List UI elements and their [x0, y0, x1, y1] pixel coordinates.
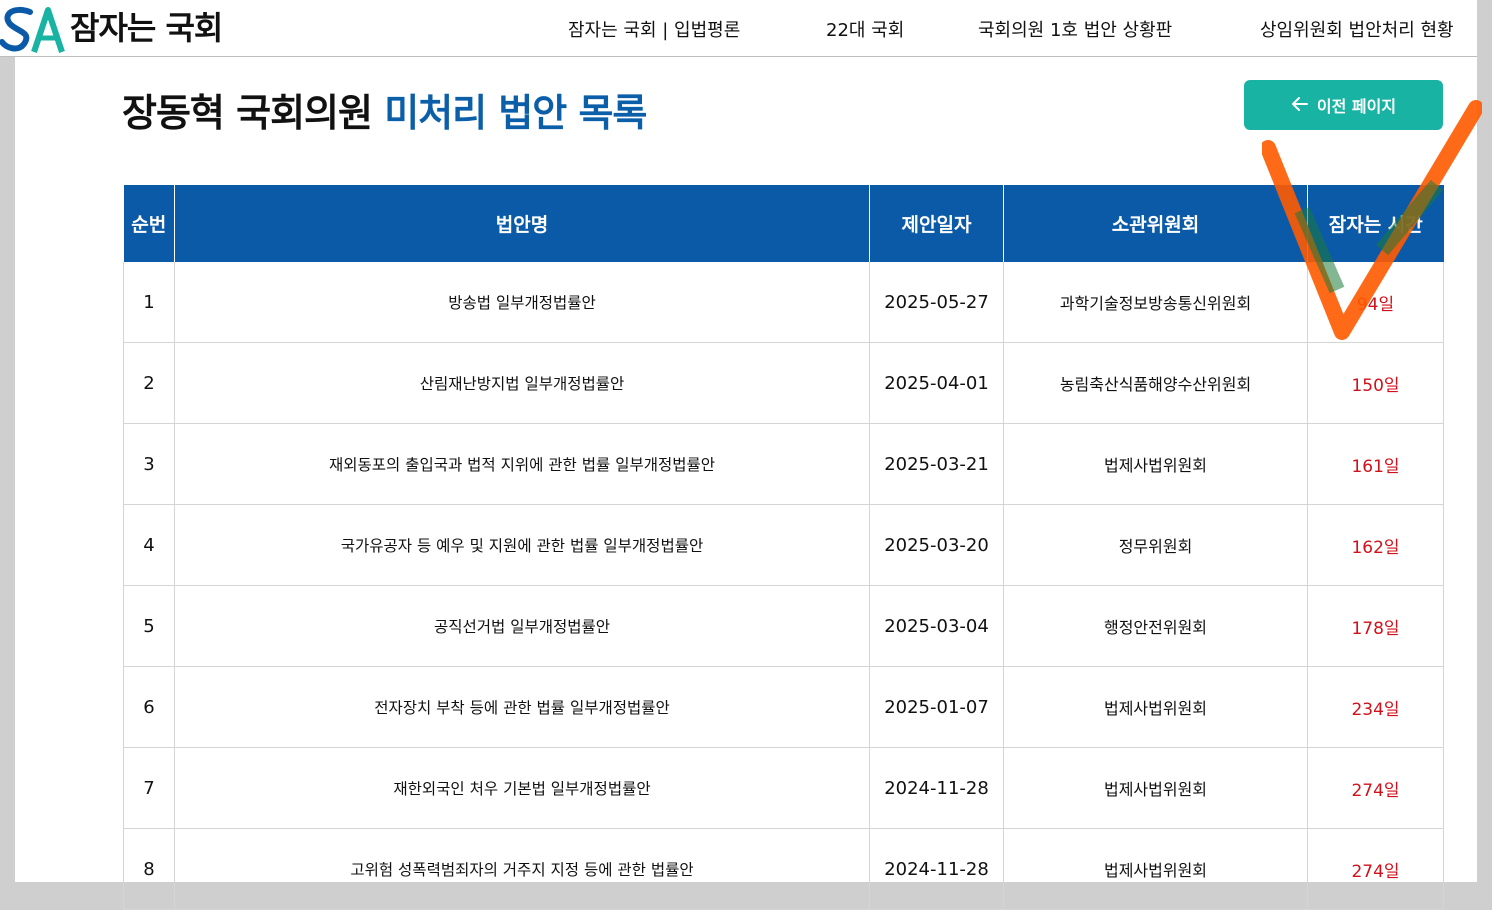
column-header-number: 순번 — [123, 185, 175, 262]
column-header-committee: 소관위원회 — [1003, 185, 1308, 262]
cell-date: 2025-03-20 — [869, 504, 1004, 586]
cell-wait: 161일 — [1307, 423, 1444, 505]
cell-number: 7 — [123, 747, 175, 829]
cell-number: 6 — [123, 666, 175, 748]
cell-bill-name[interactable]: 산림재난방지법 일부개정법률안 — [174, 342, 870, 424]
cell-number: 2 — [123, 342, 175, 424]
column-header-sleeping-time: 잠자는 시간 — [1307, 185, 1444, 262]
cell-number: 3 — [123, 423, 175, 505]
column-header-bill-name: 법안명 — [174, 185, 870, 262]
logo-text: 잠자는 국회 — [70, 9, 223, 47]
cell-date: 2025-05-27 — [869, 262, 1004, 343]
cell-bill-name[interactable]: 재외동포의 출입국과 법적 지위에 관한 법률 일부개정법률안 — [174, 423, 870, 505]
cell-number: 4 — [123, 504, 175, 586]
cell-number: 8 — [123, 828, 175, 910]
table-row[interactable]: 4 국가유공자 등 예우 및 지원에 관한 법률 일부개정법률안 2025-03… — [123, 504, 1444, 586]
cell-date: 2024-11-28 — [869, 828, 1004, 910]
cell-date: 2024-11-28 — [869, 747, 1004, 829]
cell-committee: 농림축산식품해양수산위원회 — [1003, 342, 1308, 424]
back-button-label: 이전 페이지 — [1316, 97, 1397, 116]
site-logo[interactable]: 잠자는 국회 — [0, 0, 223, 56]
table-row[interactable]: 3 재외동포의 출입국과 법적 지위에 관한 법률 일부개정법률안 2025-0… — [123, 423, 1444, 505]
cell-wait: 274일 — [1307, 828, 1444, 910]
table-row[interactable]: 7 재한외국인 처우 기본법 일부개정법률안 2024-11-28 법제사법위원… — [123, 747, 1444, 829]
page-title-highlight: 미처리 법안 목록 — [384, 91, 647, 135]
cell-committee: 법제사법위원회 — [1003, 747, 1308, 829]
nav-item-first-bill-dashboard[interactable]: 국회의원 1호 법안 상황판 — [978, 16, 1172, 42]
cell-bill-name[interactable]: 국가유공자 등 예우 및 지원에 관한 법률 일부개정법률안 — [174, 504, 870, 586]
cell-wait: 274일 — [1307, 747, 1444, 829]
column-header-proposal-date: 제안일자 — [869, 185, 1004, 262]
table-row[interactable]: 5 공직선거법 일부개정법률안 2025-03-04 행정안전위원회 178일 — [123, 585, 1444, 667]
cell-committee: 정무위원회 — [1003, 504, 1308, 586]
table-row[interactable]: 8 고위험 성폭력범죄자의 거주지 지정 등에 관한 법률안 2024-11-2… — [123, 828, 1444, 910]
nav-item-legislative-review[interactable]: 잠자는 국회 | 입법평론 — [568, 16, 740, 42]
cell-bill-name[interactable]: 재한외국인 처우 기본법 일부개정법률안 — [174, 747, 870, 829]
table-row[interactable]: 1 방송법 일부개정법률안 2025-05-27 과학기술정보방송통신위원회 9… — [123, 262, 1444, 343]
page-title-name: 장동혁 국회의원 — [122, 91, 385, 135]
nav-item-22nd-assembly[interactable]: 22대 국회 — [826, 16, 904, 42]
cell-bill-name[interactable]: 방송법 일부개정법률안 — [174, 262, 870, 343]
cell-wait: 162일 — [1307, 504, 1444, 586]
cell-date: 2025-01-07 — [869, 666, 1004, 748]
cell-committee: 행정안전위원회 — [1003, 585, 1308, 667]
cell-committee: 법제사법위원회 — [1003, 666, 1308, 748]
top-navigation-bar: 잠자는 국회 잠자는 국회 | 입법평론 22대 국회 국회의원 1호 법안 상… — [0, 0, 1477, 57]
table-header-row: 순번 법안명 제안일자 소관위원회 잠자는 시간 — [123, 185, 1444, 262]
cell-wait: 178일 — [1307, 585, 1444, 667]
cell-date: 2025-03-04 — [869, 585, 1004, 667]
cell-wait: 150일 — [1307, 342, 1444, 424]
logo-sa-icon — [0, 0, 70, 56]
cell-date: 2025-03-21 — [869, 423, 1004, 505]
arrow-left-icon — [1291, 95, 1309, 115]
page-title: 장동혁 국회의원 미처리 법안 목록 — [122, 82, 647, 137]
nav-item-committee-status[interactable]: 상임위원회 법안처리 현황 — [1260, 16, 1454, 42]
cell-committee: 과학기술정보방송통신위원회 — [1003, 262, 1308, 343]
cell-number: 1 — [123, 262, 175, 343]
cell-committee: 법제사법위원회 — [1003, 423, 1308, 505]
cell-date: 2025-04-01 — [869, 342, 1004, 424]
cell-committee: 법제사법위원회 — [1003, 828, 1308, 910]
cell-wait: 234일 — [1307, 666, 1444, 748]
back-button[interactable]: 이전 페이지 — [1244, 80, 1443, 130]
cell-wait: 94일 — [1307, 262, 1444, 343]
cell-bill-name[interactable]: 고위험 성폭력범죄자의 거주지 지정 등에 관한 법률안 — [174, 828, 870, 910]
cell-number: 5 — [123, 585, 175, 667]
cell-bill-name[interactable]: 공직선거법 일부개정법률안 — [174, 585, 870, 667]
table-row[interactable]: 6 전자장치 부착 등에 관한 법률 일부개정법률안 2025-01-07 법제… — [123, 666, 1444, 748]
unprocessed-bills-table: 순번 법안명 제안일자 소관위원회 잠자는 시간 1 방송법 일부개정법률안 2… — [123, 185, 1444, 910]
cell-bill-name[interactable]: 전자장치 부착 등에 관한 법률 일부개정법률안 — [174, 666, 870, 748]
table-row[interactable]: 2 산림재난방지법 일부개정법률안 2025-04-01 농림축산식품해양수산위… — [123, 342, 1444, 424]
